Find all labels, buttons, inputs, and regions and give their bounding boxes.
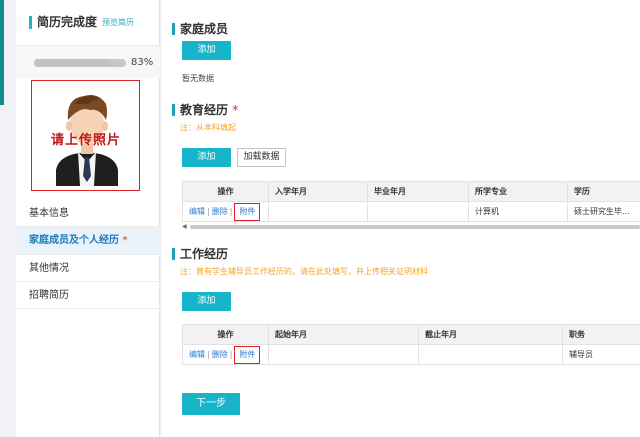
- add-family-button[interactable]: 添加: [182, 41, 231, 60]
- menu-item-basic-info[interactable]: 基本信息: [16, 200, 160, 227]
- education-table: 操作 入学年月 毕业年月 所学专业 学历 编辑 | 删除 | 附件 计算机 硕士研究生毕…: [182, 181, 640, 222]
- row-actions: 编辑 | 删除 | 附件: [182, 344, 269, 365]
- col-header-actions: 操作: [182, 181, 269, 202]
- title-accent: [29, 16, 32, 29]
- work-table-header: 操作 起始年月 截止年月 职务: [182, 324, 640, 345]
- edit-link[interactable]: 编辑: [189, 207, 205, 216]
- cell-start-date: [268, 344, 419, 365]
- family-empty-text: 暂无数据: [182, 74, 214, 83]
- delete-link[interactable]: 删除: [212, 350, 228, 359]
- progress-percent: 83%: [131, 57, 154, 68]
- progress-fill: [34, 59, 111, 67]
- attachment-highlight: 附件: [234, 202, 261, 221]
- add-work-button[interactable]: 添加: [182, 292, 231, 311]
- table-row: 编辑 | 删除 | 附件 计算机 硕士研究生毕...: [182, 201, 640, 222]
- scroll-left-icon[interactable]: ◀: [182, 224, 187, 230]
- work-note: 注：曾有学生辅导员工作经历的，请在此处填写，并上传相关证明材料: [180, 267, 428, 276]
- add-education-button[interactable]: 添加: [182, 148, 231, 167]
- sidebar: 简历完成度 预览简历 83% 请上传照片 基本信息 家庭成员及个人经历 * 其他…: [16, 0, 160, 437]
- separator: |: [207, 349, 210, 359]
- work-section-title: 工作经历: [172, 247, 228, 261]
- required-mark: *: [122, 235, 128, 246]
- separator: |: [229, 349, 233, 359]
- col-header-major: 所学专业: [468, 181, 568, 202]
- upload-photo-text: 请上传照片: [50, 133, 121, 148]
- family-section-title: 家庭成员: [172, 22, 228, 36]
- education-note: 注：从本科填起: [180, 123, 236, 132]
- preview-resume-link[interactable]: 预览简历: [102, 17, 134, 28]
- scrollbar-thumb[interactable]: [190, 225, 640, 229]
- col-header-start-date: 起始年月: [268, 324, 419, 345]
- col-header-degree: 学历: [567, 181, 640, 202]
- attachment-link[interactable]: 附件: [239, 350, 255, 359]
- col-header-actions: 操作: [182, 324, 269, 345]
- table-row: 编辑 | 删除 | 附件 辅导员: [182, 344, 640, 365]
- separator: |: [229, 206, 233, 216]
- separator: |: [207, 206, 210, 216]
- education-section-title: 教育经历 *: [172, 103, 238, 117]
- menu-item-family-experience[interactable]: 家庭成员及个人经历 *: [16, 227, 160, 255]
- menu-item-other-info[interactable]: 其他情况: [16, 255, 160, 282]
- cell-end-date: [367, 201, 469, 222]
- main-content: 家庭成员 添加 暂无数据 教育经历 * 注：从本科填起 添加 加载数据 操作 入…: [162, 0, 640, 437]
- sidebar-menu: 基本信息 家庭成员及个人经历 * 其他情况 招聘简历: [16, 200, 160, 309]
- work-title-text: 工作经历: [180, 247, 229, 261]
- col-header-position: 职务: [562, 324, 640, 345]
- work-table: 操作 起始年月 截止年月 职务 编辑 | 删除 | 附件 辅导员: [182, 324, 640, 365]
- cell-start-date: [268, 201, 368, 222]
- next-step-button[interactable]: 下一步: [182, 393, 240, 415]
- menu-item-recruitment-resume[interactable]: 招聘简历: [16, 282, 160, 309]
- cell-end-date: [418, 344, 563, 365]
- progress-bar: [34, 59, 126, 67]
- progress-section: 83%: [16, 46, 160, 78]
- family-title-text: 家庭成员: [180, 22, 229, 36]
- menu-item-label: 基本信息: [29, 208, 69, 219]
- education-table-header: 操作 入学年月 毕业年月 所学专业 学历: [182, 181, 640, 202]
- load-data-button[interactable]: 加载数据: [237, 148, 286, 167]
- delete-link[interactable]: 删除: [212, 207, 228, 216]
- horizontal-scrollbar[interactable]: ◀: [182, 224, 640, 230]
- cell-position: 辅导员: [562, 344, 640, 365]
- cell-degree: 硕士研究生毕...: [567, 201, 640, 222]
- left-accent-bar: [0, 0, 4, 105]
- attachment-highlight: 附件: [234, 345, 261, 364]
- required-mark: *: [232, 103, 239, 117]
- edit-link[interactable]: 编辑: [189, 350, 205, 359]
- menu-item-label: 招聘简历: [29, 290, 69, 301]
- attachment-link[interactable]: 附件: [239, 207, 255, 216]
- cell-major: 计算机: [468, 201, 568, 222]
- sidebar-header: 简历完成度 预览简历: [16, 0, 160, 46]
- menu-item-label: 其他情况: [29, 263, 69, 274]
- photo-upload[interactable]: 请上传照片: [31, 80, 140, 191]
- col-header-end-date: 毕业年月: [367, 181, 469, 202]
- menu-item-label: 家庭成员及个人经历: [29, 235, 119, 246]
- resume-completion-title: 简历完成度: [37, 15, 98, 29]
- row-actions: 编辑 | 删除 | 附件: [182, 201, 269, 222]
- col-header-start-date: 入学年月: [268, 181, 368, 202]
- education-title-text: 教育经历: [180, 103, 229, 117]
- page: 简历完成度 预览简历 83% 请上传照片 基本信息 家庭成员及个人经历 * 其他…: [0, 0, 640, 437]
- col-header-end-date: 截止年月: [418, 324, 563, 345]
